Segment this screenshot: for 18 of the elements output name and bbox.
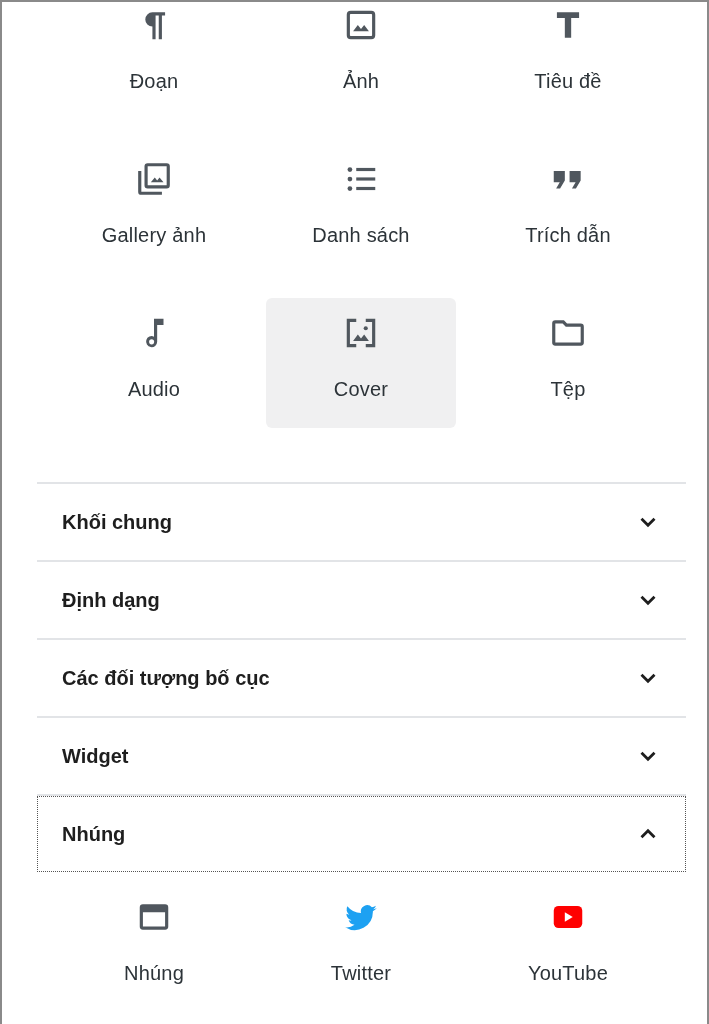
block-button[interactable]: Tệp (473, 298, 663, 428)
category-header[interactable]: Khối chung (37, 484, 686, 560)
category-header[interactable]: Widget (37, 718, 686, 794)
category-header[interactable]: Nhúng (37, 796, 686, 872)
block-button[interactable]: Gallery ảnh (59, 144, 249, 274)
block-button[interactable]: Tiêu đề (473, 2, 663, 120)
block-button[interactable]: Danh sách (266, 144, 456, 274)
gallery-icon (135, 160, 173, 198)
block-button[interactable]: Trích dẫn (473, 144, 663, 274)
block-button[interactable]: Audio (59, 298, 249, 428)
category-header[interactable]: Định dạng (37, 562, 686, 638)
block-button[interactable]: Đoạn (59, 2, 249, 120)
block-button[interactable]: Cover (266, 298, 456, 428)
block-button[interactable]: YouTube (473, 882, 663, 1012)
category-header[interactable]: Các đối tượng bố cục (37, 640, 686, 716)
block-button[interactable]: Nhúng (59, 882, 249, 1012)
block-button[interactable]: Twitter (266, 882, 456, 1012)
block-button[interactable]: Ảnh (266, 2, 456, 120)
